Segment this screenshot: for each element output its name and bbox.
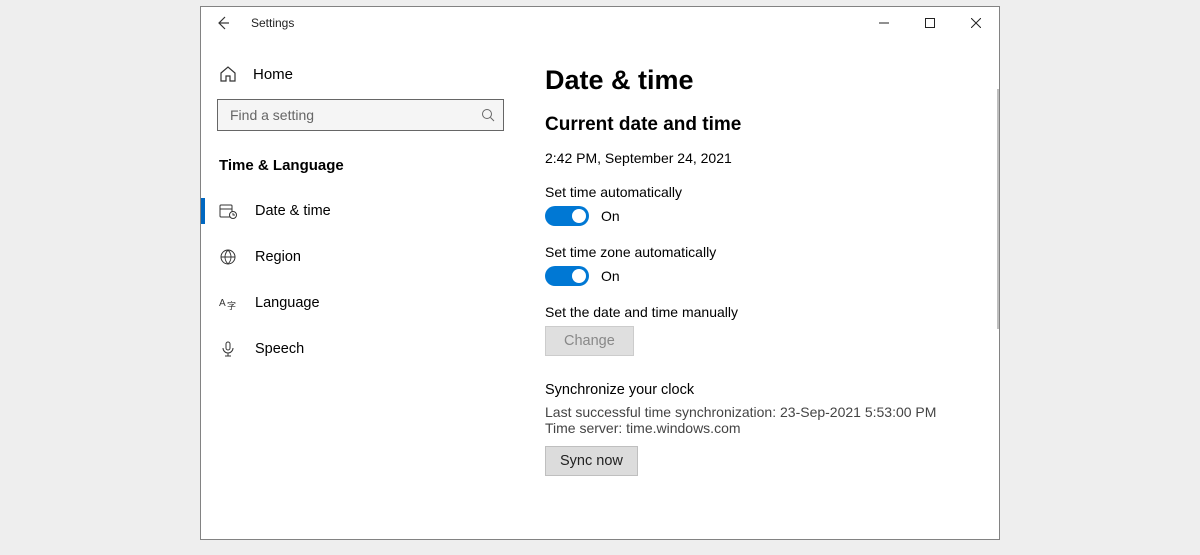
search-input-wrap[interactable] <box>217 99 504 131</box>
body: Home Time & Language Date & time R <box>201 39 999 539</box>
window-controls <box>861 7 999 39</box>
set-time-auto-toggle[interactable] <box>545 206 589 226</box>
set-tz-auto-toggle[interactable] <box>545 266 589 286</box>
close-button[interactable] <box>953 7 999 39</box>
sync-last: Last successful time synchronization: 23… <box>545 404 971 420</box>
sidebar-home[interactable]: Home <box>201 55 520 95</box>
sidebar-category: Time & Language <box>201 147 520 188</box>
scrollbar[interactable] <box>997 89 999 329</box>
microphone-icon <box>219 340 237 358</box>
content: Date & time Current date and time 2:42 P… <box>521 39 999 539</box>
manual-label: Set the date and time manually <box>545 304 971 320</box>
sidebar-item-label: Region <box>255 249 301 265</box>
minimize-button[interactable] <box>861 7 907 39</box>
sync-now-button[interactable]: Sync now <box>545 446 638 476</box>
current-datetime: 2:42 PM, September 24, 2021 <box>545 150 971 166</box>
sidebar: Home Time & Language Date & time R <box>201 39 521 539</box>
back-button[interactable] <box>201 7 245 39</box>
date-time-icon <box>219 202 237 220</box>
svg-text:A: A <box>219 298 226 309</box>
app-title: Settings <box>251 16 294 30</box>
sidebar-home-label: Home <box>253 66 293 83</box>
language-icon: A字 <box>219 294 237 312</box>
search-icon <box>481 108 495 122</box>
sidebar-item-label: Language <box>255 295 320 311</box>
home-icon <box>219 65 237 83</box>
sidebar-item-region[interactable]: Region <box>201 234 520 280</box>
maximize-icon <box>925 18 935 28</box>
minimize-icon <box>879 18 889 28</box>
page-title: Date & time <box>545 65 971 96</box>
settings-window: Settings Home <box>200 6 1000 540</box>
search-container <box>217 99 504 131</box>
sync-server: Time server: time.windows.com <box>545 420 971 436</box>
section-current-heading: Current date and time <box>545 114 971 136</box>
globe-icon <box>219 248 237 266</box>
svg-text:字: 字 <box>227 300 236 311</box>
titlebar: Settings <box>201 7 999 39</box>
sync-heading: Synchronize your clock <box>545 382 971 398</box>
change-button[interactable]: Change <box>545 326 634 356</box>
set-tz-auto-label: Set time zone automatically <box>545 244 971 260</box>
search-input[interactable] <box>228 106 481 124</box>
set-time-auto-state: On <box>601 208 620 224</box>
maximize-button[interactable] <box>907 7 953 39</box>
sidebar-item-label: Date & time <box>255 203 331 219</box>
sidebar-item-language[interactable]: A字 Language <box>201 280 520 326</box>
close-icon <box>971 18 981 28</box>
back-arrow-icon <box>215 15 231 31</box>
set-tz-auto-state: On <box>601 268 620 284</box>
sidebar-item-label: Speech <box>255 341 304 357</box>
sidebar-item-date-time[interactable]: Date & time <box>201 188 520 234</box>
set-time-auto-label: Set time automatically <box>545 184 971 200</box>
sidebar-item-speech[interactable]: Speech <box>201 326 520 372</box>
